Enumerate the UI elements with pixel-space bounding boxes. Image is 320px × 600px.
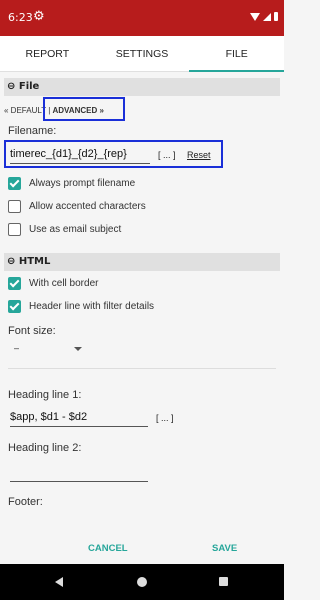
home-icon[interactable] — [137, 577, 147, 587]
back-icon[interactable] — [55, 577, 63, 587]
tab-report[interactable]: REPORT — [0, 36, 95, 71]
option-header-line[interactable]: Header line with filter details — [8, 300, 154, 313]
signal-icon — [263, 12, 271, 21]
status-icons — [250, 12, 278, 21]
section-divider — [8, 368, 276, 369]
heading1-label: Heading line 1: — [8, 389, 82, 401]
allow-accented-label: Allow accented characters — [29, 201, 146, 212]
option-allow-accented[interactable]: Allow accented characters — [8, 200, 146, 213]
reset-button[interactable]: Reset — [187, 150, 211, 160]
advanced-highlight-box — [43, 97, 125, 121]
email-subject-checkbox[interactable] — [8, 223, 21, 236]
default-link[interactable]: « DEFAULT — [4, 106, 46, 115]
heading1-input[interactable]: $app, $d1 - $d2 — [10, 411, 148, 427]
file-section-header[interactable]: ⊖ File — [4, 78, 280, 96]
heading1-picker-button[interactable]: [ ... ] — [156, 413, 174, 423]
allow-accented-checkbox[interactable] — [8, 200, 21, 213]
font-size-label: Font size: — [8, 325, 56, 337]
cell-border-label: With cell border — [29, 278, 99, 289]
status-time: 6:23 — [8, 11, 33, 24]
header-line-label: Header line with filter details — [29, 301, 155, 312]
filename-picker-button[interactable]: [ ... ] — [158, 150, 176, 160]
save-button[interactable]: SAVE — [212, 543, 237, 554]
filename-label: Filename: — [8, 125, 57, 137]
recent-apps-icon[interactable] — [219, 577, 228, 586]
heading2-label: Heading line 2: — [8, 442, 82, 454]
always-prompt-checkbox[interactable] — [8, 177, 21, 190]
cell-border-checkbox[interactable] — [8, 277, 21, 290]
html-section-header[interactable]: ⊖ HTML — [4, 253, 280, 271]
font-size-dropdown[interactable]: – — [14, 343, 19, 353]
battery-icon — [274, 12, 278, 21]
footer-label: Footer: — [8, 496, 43, 508]
option-always-prompt[interactable]: Always prompt filename — [8, 177, 135, 190]
status-bar: 6:23 ⚙ — [0, 0, 284, 36]
navigation-bar — [0, 564, 284, 600]
tab-file[interactable]: FILE — [189, 36, 284, 72]
option-email-subject[interactable]: Use as email subject — [8, 223, 121, 236]
gear-icon: ⚙ — [33, 9, 45, 24]
wifi-icon — [250, 12, 260, 21]
header-line-checkbox[interactable] — [8, 300, 21, 313]
cancel-button[interactable]: CANCEL — [88, 543, 128, 554]
tab-bar: REPORT SETTINGS FILE — [0, 36, 284, 72]
always-prompt-label: Always prompt filename — [29, 178, 136, 189]
chevron-down-icon[interactable] — [74, 347, 82, 351]
email-subject-label: Use as email subject — [29, 224, 122, 235]
heading2-input[interactable] — [10, 466, 148, 482]
option-cell-border[interactable]: With cell border — [8, 277, 98, 290]
tab-settings[interactable]: SETTINGS — [95, 36, 190, 71]
filename-input[interactable]: timerec_{d1}_{d2}_{rep} — [10, 148, 150, 164]
